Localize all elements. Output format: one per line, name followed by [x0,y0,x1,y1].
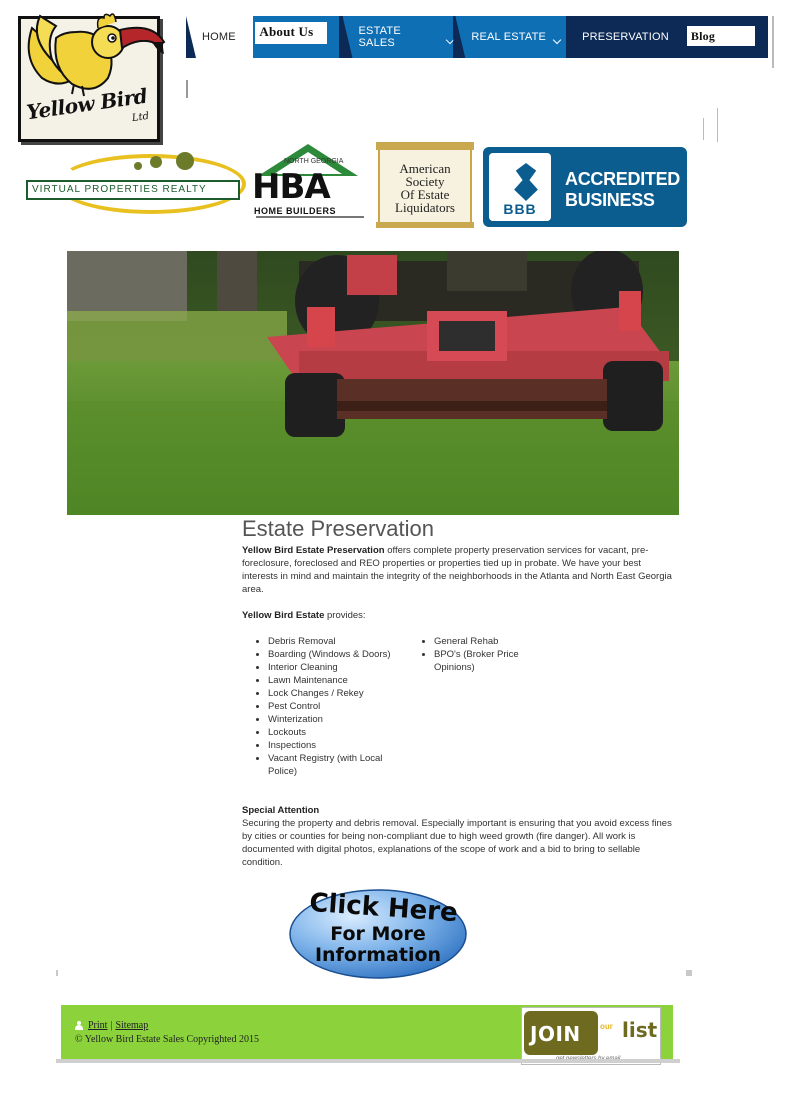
hba-subtitle: HOME BUILDERS [254,206,337,216]
nav-home-label: HOME [202,31,236,43]
cta-graphic: Click Here For More Information [289,888,467,979]
badge-dot [134,162,142,170]
logo-ltd: Ltd [131,110,150,125]
intro-paragraph: Yellow Bird Estate Preservation offers c… [242,544,678,596]
services-list-left: Debris Removal Boarding (Windows & Doors… [242,635,408,778]
nav-home[interactable]: HOME [186,16,254,58]
list-item: Lawn Maintenance [256,674,408,687]
special-attention-text: Securing the property and debris removal… [242,818,672,868]
bbb-seal-box: BBB [489,153,551,221]
nav-blog-label: Blog [686,26,755,46]
list-item: BPO's (Broker Price Opinions) [422,648,548,674]
chevron-down-icon [446,35,454,45]
list-item: Inspections [256,739,408,752]
intro-brand: Yellow Bird Estate Preservation [242,545,385,556]
site-logo[interactable]: Yellow Bird Ltd [12,8,166,142]
list-item: Vacant Registry (with Local Police) [256,752,408,778]
special-attention-heading: Special Attention [242,805,320,816]
divider [703,118,704,140]
join-text: JOIN [530,1022,581,1046]
nav-estate-sales-label: ESTATE SALES [358,25,401,49]
person-icon [75,1021,83,1030]
asel-line: Liquidators [395,200,455,215]
main-navigation: HOME About Us ESTATE SALES REAL ESTATE P… [186,16,769,58]
hero-image-lawn-mower [67,251,679,515]
nav-about-us[interactable]: About Us [253,16,339,58]
list-item: Lock Changes / Rekey [256,687,408,700]
bbb-accredited-business-badge[interactable]: BBB ACCREDITED BUSINESS [483,147,687,227]
list-item: Boarding (Windows & Doors) [256,648,408,661]
lawn-mower-photo [67,251,679,515]
nav-real-estate[interactable]: REAL ESTATE [455,16,567,58]
list-item: Pest Control [256,700,408,713]
divider-left-mark [56,970,58,976]
bbb-accredited-text: ACCREDITED BUSINESS [565,169,680,211]
bbb-business: BUSINESS [565,190,655,210]
bbb-accredited: ACCREDITED [565,169,681,189]
services-list-right: General Rehab BPO's (Broker Price Opinio… [408,635,548,778]
list-item: Winterization [256,713,408,726]
copyright-text: © Yellow Bird Estate Sales Copyrighted 2… [75,1034,259,1045]
cta-line-2: For More [330,923,425,945]
badge-top-bar [376,142,474,150]
click-here-more-info-button[interactable]: Click Here For More Information [287,882,469,980]
divider [186,80,188,98]
footer-links: Print | Sitemap [75,1020,148,1031]
services-lists: Debris Removal Boarding (Windows & Doors… [242,635,678,778]
nav-blog[interactable]: Blog [678,16,769,58]
chevron-down-icon [552,35,562,45]
list-item: General Rehab [422,635,548,648]
page-title: Estate Preservation [242,516,434,541]
list-item: Interior Cleaning [256,661,408,674]
site-footer: Print | Sitemap © Yellow Bird Estate Sal… [61,1005,673,1065]
footer-shadow [56,1059,680,1063]
hba-letters: HBA [252,167,331,207]
join-our-list-button[interactable]: JOIN our list get newsletters by email [521,1007,661,1065]
section-divider [56,970,692,976]
badge-dot [150,156,162,168]
nav-preservation-label: PRESERVATION [582,31,669,43]
badge-text-bar: VIRTUAL PROPERTIES REALTY [26,180,240,200]
nav-real-estate-label: REAL ESTATE [471,31,547,43]
divider [717,108,718,142]
virtual-badge-text: VIRTUAL PROPERTIES REALTY [32,184,207,195]
list-item: Debris Removal [256,635,408,648]
badge-dot [176,152,194,170]
badge-bottom-bar [376,222,474,228]
virtual-properties-realty-badge[interactable]: VIRTUAL PROPERTIES REALTY [26,148,246,218]
provides-line: Yellow Bird Estate provides: [242,609,678,622]
join-our-text: our [600,1022,613,1031]
provides-brand: Yellow Bird Estate [242,610,325,621]
print-link[interactable]: Print [88,1020,107,1031]
list-item: Lockouts [256,726,408,739]
footer-separator: | [110,1020,113,1031]
nav-preservation[interactable]: PRESERVATION [566,16,679,58]
hba-rule [256,216,364,218]
asel-text: American Society Of Estate Liquidators [380,162,470,214]
home-builders-association-badge[interactable]: NORTH GEORGIA HBA HOME BUILDERS [250,140,366,224]
sitemap-link[interactable]: Sitemap [115,1020,148,1031]
main-content: Estate Preservation Yellow Bird Estate P… [242,516,678,869]
bbb-torch-icon [514,163,538,201]
nav-estate-sales[interactable]: ESTATE SALES [342,16,454,58]
divider [772,16,774,68]
divider-right-mark [686,970,692,976]
bbb-letters: BBB [503,201,537,217]
american-society-estate-liquidators-badge[interactable]: American Society Of Estate Liquidators [376,142,474,228]
join-list-text: list [622,1018,658,1042]
cta-line-3: Information [315,944,441,966]
provides-text: provides: [324,610,366,621]
hba-top-text: NORTH GEORGIA [284,158,344,165]
nav-about-label: About Us [255,22,328,44]
